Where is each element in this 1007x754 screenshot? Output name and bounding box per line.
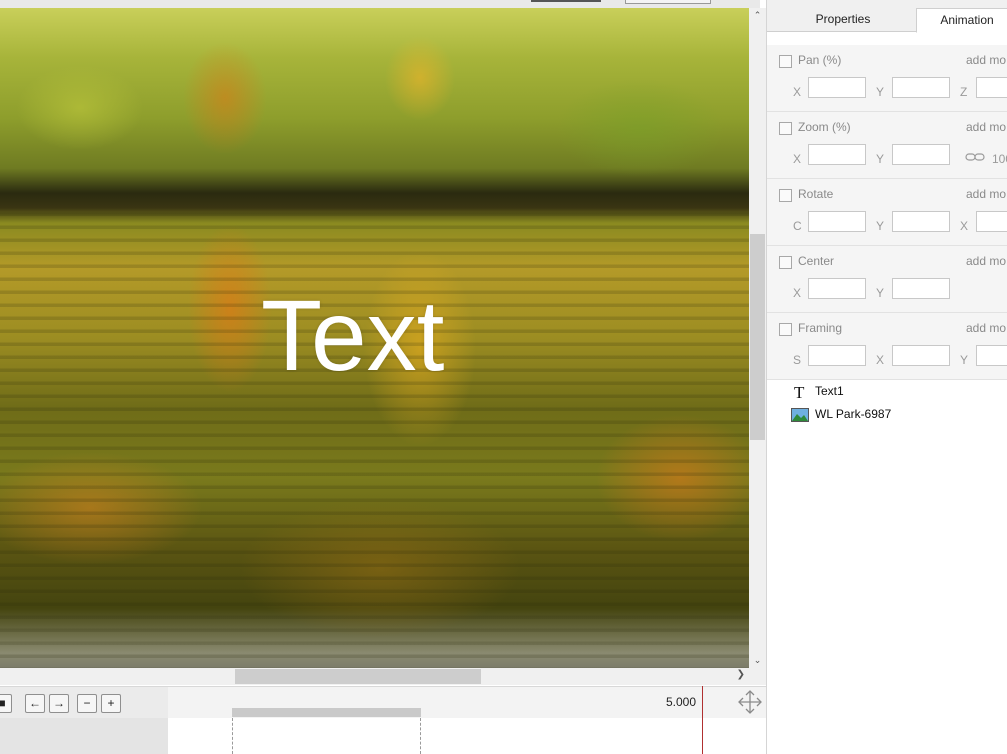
zoom-y-label: Y bbox=[876, 152, 885, 166]
scroll-up-arrow-icon[interactable]: ⌃ bbox=[749, 10, 766, 21]
zoom-checkbox[interactable] bbox=[779, 122, 792, 135]
slide-end-guide bbox=[420, 718, 421, 754]
layer-item-text1[interactable]: T Text1 bbox=[791, 382, 844, 401]
center-y-label: Y bbox=[876, 286, 885, 300]
zoom-add-modifier-link[interactable]: add mo bbox=[966, 120, 1006, 134]
rotate-add-modifier-link[interactable]: add mo bbox=[966, 187, 1006, 201]
scroll-down-arrow-icon[interactable]: ⌄ bbox=[749, 655, 766, 666]
framing-s-label: S bbox=[793, 353, 802, 367]
layer-name: WL Park-6987 bbox=[815, 407, 892, 421]
slide-duration-block[interactable] bbox=[232, 708, 421, 717]
framing-add-modifier-link[interactable]: add mo bbox=[966, 321, 1006, 335]
framing-y-field[interactable] bbox=[976, 345, 1007, 366]
center-title: Center bbox=[798, 254, 835, 268]
link-chain-icon[interactable] bbox=[965, 152, 985, 162]
properties-panel: Properties Animation Pan (%) add mo X Y … bbox=[766, 0, 1007, 754]
zoom-value: 100 bbox=[992, 152, 1007, 166]
timeline-track[interactable] bbox=[168, 718, 766, 754]
horizontal-scroll-thumb[interactable] bbox=[235, 669, 481, 684]
tab-properties[interactable]: Properties bbox=[775, 8, 911, 31]
pan-y-field[interactable] bbox=[892, 77, 950, 98]
vertical-scrollbar[interactable]: ⌃ ⌄ bbox=[749, 8, 766, 668]
playhead-marker[interactable] bbox=[702, 686, 703, 754]
pan-x-field[interactable] bbox=[808, 77, 866, 98]
layer-item-image[interactable]: WL Park-6987 bbox=[791, 405, 891, 423]
pan-title: Pan (%) bbox=[798, 53, 842, 67]
horizontal-scrollbar[interactable]: ❯ bbox=[0, 668, 749, 685]
previous-button[interactable]: ← bbox=[25, 694, 45, 713]
vertical-scroll-thumb[interactable] bbox=[750, 234, 765, 440]
center-y-field[interactable] bbox=[892, 278, 950, 299]
rotate-x-label: X bbox=[960, 219, 969, 233]
rotate-section: Rotate add mo C Y X bbox=[767, 179, 1007, 246]
svg-text:T: T bbox=[794, 383, 805, 401]
image-layer-icon bbox=[791, 407, 809, 422]
pan-x-label: X bbox=[793, 85, 802, 99]
next-button[interactable]: → bbox=[49, 694, 69, 713]
zoom-out-button[interactable]: − bbox=[77, 694, 97, 713]
framing-x-field[interactable] bbox=[892, 345, 950, 366]
rotate-checkbox[interactable] bbox=[779, 189, 792, 202]
framing-y-label: Y bbox=[960, 353, 969, 367]
rotate-x-field[interactable] bbox=[976, 211, 1007, 232]
slide-preview[interactable]: Text bbox=[0, 8, 749, 668]
center-x-label: X bbox=[793, 286, 802, 300]
slide-start-guide bbox=[232, 718, 233, 754]
top-toolbar-strip bbox=[0, 0, 760, 8]
rotate-c-label: C bbox=[793, 219, 802, 233]
timeline-track-header bbox=[0, 718, 168, 754]
preview-text-object[interactable]: Text bbox=[261, 276, 444, 396]
framing-s-field[interactable] bbox=[808, 345, 866, 366]
time-label: 5.000 bbox=[666, 695, 697, 709]
rotate-y-label: Y bbox=[876, 219, 885, 233]
center-add-modifier-link[interactable]: add mo bbox=[966, 254, 1006, 268]
pan-z-field[interactable] bbox=[976, 77, 1007, 98]
text-layer-icon: T bbox=[794, 383, 805, 401]
framing-title: Framing bbox=[798, 321, 843, 335]
center-section: Center add mo X Y bbox=[767, 246, 1007, 313]
move-arrows-icon[interactable] bbox=[737, 689, 763, 715]
tab-animation[interactable]: Animation bbox=[916, 8, 1007, 33]
center-x-field[interactable] bbox=[808, 278, 866, 299]
toolbar-edge bbox=[531, 0, 601, 2]
pan-section: Pan (%) add mo X Y Z bbox=[767, 45, 1007, 112]
rotate-title: Rotate bbox=[798, 187, 834, 201]
pan-z-label: Z bbox=[960, 85, 968, 99]
center-checkbox[interactable] bbox=[779, 256, 792, 269]
layer-name: Text1 bbox=[815, 384, 844, 398]
zoom-section: Zoom (%) add mo X Y 100 bbox=[767, 112, 1007, 179]
zoom-x-field[interactable] bbox=[808, 144, 866, 165]
framing-x-label: X bbox=[876, 353, 885, 367]
framing-checkbox[interactable] bbox=[779, 323, 792, 336]
zoom-y-field[interactable] bbox=[892, 144, 950, 165]
stop-button[interactable]: ■ bbox=[0, 694, 12, 713]
zoom-x-label: X bbox=[793, 152, 802, 166]
scroll-right-arrow-icon[interactable]: ❯ bbox=[737, 669, 745, 680]
zoom-title: Zoom (%) bbox=[798, 120, 851, 134]
water-reflection bbox=[0, 203, 749, 668]
pan-checkbox[interactable] bbox=[779, 55, 792, 68]
pan-y-label: Y bbox=[876, 85, 885, 99]
panel-tabs: Properties Animation bbox=[767, 0, 1007, 33]
rotate-c-field[interactable] bbox=[808, 211, 866, 232]
zoom-in-button[interactable]: + bbox=[101, 694, 121, 713]
rotate-y-field[interactable] bbox=[892, 211, 950, 232]
framing-section: Framing add mo S X Y bbox=[767, 313, 1007, 380]
pan-add-modifier-link[interactable]: add mo bbox=[966, 53, 1006, 67]
scrollbar-corner bbox=[749, 668, 766, 685]
toolbar-button-edge[interactable] bbox=[625, 0, 711, 4]
